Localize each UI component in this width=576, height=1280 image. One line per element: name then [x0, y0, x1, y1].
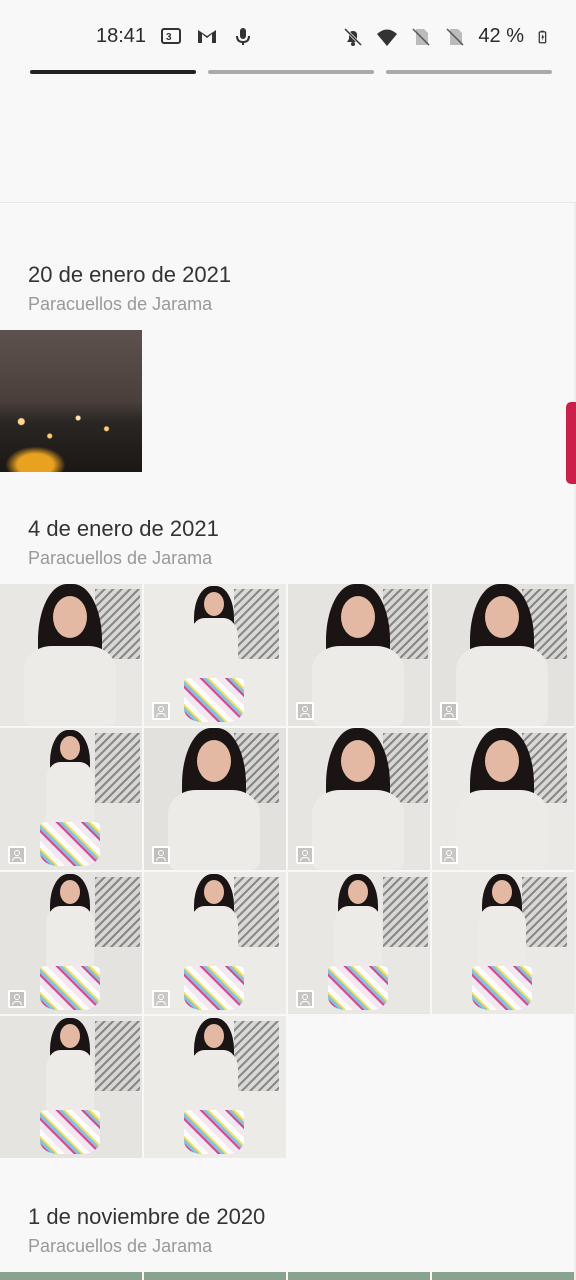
- portrait-mode-icon: [8, 846, 26, 864]
- photo-subject-face: [53, 596, 87, 638]
- photo-thumbnail[interactable]: [144, 872, 286, 1014]
- photo-subject-top: [168, 790, 260, 870]
- photo-thumbnail[interactable]: [432, 728, 574, 870]
- photo-subject-face: [204, 1024, 224, 1048]
- section-location: Paracuellos de Jarama: [28, 294, 213, 314]
- photo-background: [95, 1021, 140, 1091]
- photo-thumbnail[interactable]: [0, 728, 142, 870]
- portrait-mode-icon: [152, 702, 170, 720]
- photo-subject-face: [204, 880, 224, 904]
- page-indicator: [30, 70, 552, 76]
- mute-bell-icon: [344, 27, 363, 46]
- photo-subject-face: [348, 880, 368, 904]
- photo-thumbnail[interactable]: [0, 330, 142, 472]
- svg-text:3: 3: [166, 32, 172, 43]
- photo-subject-top: [334, 906, 382, 968]
- photo-thumbnail[interactable]: [144, 728, 286, 870]
- photo-subject-skirt: [184, 678, 244, 722]
- photo-subject-top: [456, 646, 548, 726]
- photo-thumbnail[interactable]: [432, 584, 574, 726]
- photo-subject-top: [46, 906, 94, 968]
- portrait-mode-icon: [440, 702, 458, 720]
- photo-background: [234, 1021, 279, 1091]
- photo-subject-face: [60, 1024, 80, 1048]
- page-indicator-2[interactable]: [208, 70, 374, 74]
- photo-subject-skirt: [184, 966, 244, 1010]
- photo-thumbnail[interactable]: [288, 584, 430, 726]
- wifi-icon: [377, 29, 398, 46]
- section-location: Paracuellos de Jarama: [28, 1236, 213, 1256]
- photo-subject-skirt: [40, 822, 100, 866]
- header-divider: [0, 202, 576, 203]
- photo-subject-face: [60, 880, 80, 904]
- portrait-mode-icon: [152, 990, 170, 1008]
- no-sim-icon: [446, 27, 464, 46]
- photo-subject-face: [197, 740, 231, 782]
- photo-thumbnail[interactable]: [288, 728, 430, 870]
- photo-grid-partial: [0, 1272, 576, 1280]
- photo-thumbnail[interactable]: [144, 1016, 286, 1158]
- gmail-icon: [198, 30, 216, 43]
- photo-subject-face: [341, 740, 375, 782]
- photo-background: [234, 589, 279, 659]
- section-location: Paracuellos de Jarama: [28, 548, 213, 568]
- photo-subject-skirt: [472, 966, 532, 1010]
- photo-thumbnail[interactable]: [432, 872, 574, 1014]
- photo-thumbnail[interactable]: [0, 1016, 142, 1158]
- photo-thumbnail[interactable]: [0, 872, 142, 1014]
- photo-background: [383, 877, 428, 947]
- photo-subject-skirt: [40, 1110, 100, 1154]
- photo-subject-face: [485, 596, 519, 638]
- status-bar: 18:41 3 42 %: [0, 0, 576, 70]
- portrait-mode-icon: [296, 702, 314, 720]
- page-indicator-1[interactable]: [30, 70, 196, 74]
- photo-subject-top: [46, 762, 94, 824]
- portrait-mode-icon: [152, 846, 170, 864]
- battery-charging-icon: [538, 30, 547, 43]
- photo-subject-top: [190, 906, 238, 968]
- section-date: 4 de enero de 2021: [28, 516, 219, 541]
- photo-background: [234, 877, 279, 947]
- portrait-mode-icon: [440, 846, 458, 864]
- status-time: 18:41: [96, 25, 147, 47]
- photo-thumbnail[interactable]: [144, 584, 286, 726]
- photo-subject-skirt: [328, 966, 388, 1010]
- photo-subject-top: [456, 790, 548, 870]
- photo-subject-top: [478, 906, 526, 968]
- photo-subject-top: [190, 1050, 238, 1112]
- photo-thumbnail[interactable]: [0, 584, 142, 726]
- mic-icon: [236, 28, 250, 45]
- portrait-mode-icon: [296, 846, 314, 864]
- battery-percent: 42 %: [478, 25, 524, 47]
- photo-subject-skirt: [40, 966, 100, 1010]
- photo-subject-skirt: [184, 1110, 244, 1154]
- photo-subject-top: [46, 1050, 94, 1112]
- photo-background: [95, 877, 140, 947]
- photo-thumbnail[interactable]: [288, 872, 430, 1014]
- photo-subject-top: [190, 618, 238, 680]
- photo-background: [95, 733, 140, 803]
- section-date: 20 de enero de 2021: [28, 262, 232, 287]
- no-sim-icon: [412, 27, 430, 46]
- 3-app-icon: 3: [161, 28, 181, 44]
- photo-subject-top: [24, 646, 116, 726]
- portrait-mode-icon: [296, 990, 314, 1008]
- photo-subject-face: [492, 880, 512, 904]
- portrait-mode-icon: [8, 990, 26, 1008]
- photo-subject-top: [312, 790, 404, 870]
- page-indicator-3[interactable]: [386, 70, 552, 74]
- photo-subject-face: [341, 596, 375, 638]
- photo-subject-top: [312, 646, 404, 726]
- scrollbar-thumb[interactable]: [566, 402, 576, 484]
- section-date: 1 de noviembre de 2020: [28, 1204, 266, 1229]
- photo-subject-face: [485, 740, 519, 782]
- photo-background: [522, 877, 567, 947]
- photo-subject-face: [60, 736, 80, 760]
- photo-subject-face: [204, 592, 224, 616]
